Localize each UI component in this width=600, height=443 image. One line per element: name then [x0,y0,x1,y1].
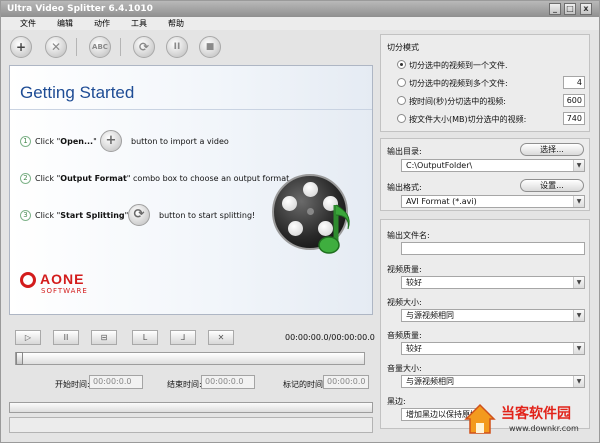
stop-playback-button[interactable]: ⊟ [91,330,117,345]
toolbar: + ✕ ABC ⟳ II ■ [5,32,375,62]
house-logo-icon [464,403,496,434]
clear-marks-button[interactable]: ✕ [208,330,234,345]
video-size-label: 视频大小: [387,298,422,307]
menu-edit[interactable]: 编辑 [57,17,73,30]
app-window: Ultra Video Splitter 6.4.1010 _ □ x 文件 编… [0,0,600,443]
watermark-name: 当客软件园 [501,406,571,422]
filename-label: 输出文件名: [387,231,430,240]
add-icon: + [100,130,122,152]
set-start-button[interactable]: L [132,330,158,345]
split-one-file-radio[interactable] [397,60,406,69]
step-text: Click "Open..." [35,137,97,146]
status-bar [9,417,373,433]
filename-input[interactable] [401,242,585,255]
size-mb-input[interactable]: 740 [563,112,585,125]
start-splitting-button[interactable]: ⟳ [133,36,155,58]
split-option-label: 按时间(秒)分切选中的视频: [409,97,506,106]
output-dir-select[interactable]: C:\OutputFolder\ ▼ [401,159,585,172]
chevron-down-icon: ▼ [573,277,584,288]
output-settings-panel: 输出文件名: 视频质量: 较好 ▼ 视频大小: 与源视频相同 ▼ 音频质量: 较好 ▼… [380,219,590,429]
end-time-label: 结束时间: [167,380,202,389]
split-by-time-radio[interactable] [397,96,406,105]
menu-tools[interactable]: 工具 [131,17,147,30]
step-text: Click "Start Splitting" [35,211,129,220]
end-time-field[interactable]: 00:00:0.0 [201,375,255,389]
music-note-icon [318,204,350,254]
chevron-down-icon: ▼ [573,196,584,207]
minimize-button[interactable]: _ [549,3,561,15]
watermark-url: www.downkr.com [509,424,579,433]
set-end-button[interactable]: ⅃ [170,330,196,345]
step-text: Click "Output Format" combo box to choos… [35,174,290,183]
step-3-suffix: button to start splitting! [159,211,256,220]
start-time-field[interactable]: 00:00:0.0 [89,375,143,389]
split-option-label: 按文件大小(MB)切分选中的视频: [409,115,527,124]
window-title: Ultra Video Splitter 6.4.1010 [7,4,153,14]
seek-thumb[interactable] [16,352,23,365]
pause-playback-button[interactable]: II [53,330,79,345]
volume-label: 音量大小: [387,364,422,373]
volume-select[interactable]: 与源视频相同 ▼ [401,375,585,388]
timecode-display: 00:00:00.0/00:00:00.0 [285,333,375,342]
split-mode-panel: 切分模式 切分选中的视频到一个文件. 切分选中的视频到多个文件: 4 按时间(秒… [380,34,590,132]
chevron-down-icon: ▼ [573,376,584,387]
pause-button[interactable]: II [166,36,188,58]
video-quality-select[interactable]: 较好 ▼ [401,276,585,289]
step-number: 2 [20,173,31,184]
split-option-label: 切分选中的视频到一个文件. [409,61,508,70]
chevron-down-icon: ▼ [573,310,584,321]
output-format-select[interactable]: AVI Format (*.avi) ▼ [401,195,585,208]
getting-started-panel: Getting Started 1 Click "Open..." + butt… [9,65,373,315]
chevron-down-icon: ▼ [573,343,584,354]
border-label: 黑边: [387,397,406,406]
browse-button[interactable]: 选择... [520,143,584,156]
aone-logo-icon [20,272,36,288]
menu-help[interactable]: 帮助 [168,17,184,30]
refresh-icon: ⟳ [128,204,150,226]
divider [10,109,372,110]
add-video-button[interactable]: + [10,36,32,58]
close-button[interactable]: x [580,3,592,15]
maximize-button[interactable]: □ [564,3,576,15]
player-controls: ▷ II ⊟ L ⅃ ✕ 00:00:00.0/00:00:00.0 开始时间:… [9,327,375,397]
getting-started-title: Getting Started [20,83,135,102]
file-count-input[interactable]: 4 [563,76,585,89]
step-number: 3 [20,210,31,221]
step-number: 1 [20,136,31,147]
chevron-down-icon: ▼ [573,160,584,171]
seconds-input[interactable]: 600 [563,94,585,107]
stop-button[interactable]: ■ [199,36,221,58]
video-quality-label: 视频质量: [387,265,422,274]
mark-time-field[interactable]: 00:00:0.0 [323,375,369,389]
output-panel: 输出目录: 选择... C:\OutputFolder\ ▼ 输出格式: 设置..… [380,138,590,211]
brand-sub: SOFTWARE [41,287,88,295]
menu-bar: 文件 编辑 动作 工具 帮助 [1,17,599,30]
mark-time-label: 标记的时间: [283,380,326,389]
output-format-label: 输出格式: [387,183,422,192]
play-button[interactable]: ▷ [15,330,41,345]
seek-slider[interactable] [15,352,365,365]
format-settings-button[interactable]: 设置... [520,179,584,192]
title-bar: Ultra Video Splitter 6.4.1010 _ □ x [1,1,599,17]
audio-quality-select[interactable]: 较好 ▼ [401,342,585,355]
split-option-label: 切分选中的视频到多个文件: [409,79,508,88]
toolbar-separator [120,38,121,56]
remove-video-button[interactable]: ✕ [45,36,67,58]
step-1-suffix: button to import a video [131,137,229,146]
toolbar-separator [76,38,77,56]
video-size-select[interactable]: 与源视频相同 ▼ [401,309,585,322]
split-mode-heading: 切分模式 [387,43,419,52]
start-time-label: 开始时间: [55,380,90,389]
split-by-size-radio[interactable] [397,114,406,123]
menu-file[interactable]: 文件 [20,17,36,30]
rename-button[interactable]: ABC [89,36,111,58]
progress-bar [9,402,373,413]
brand-name: AONE [40,271,85,287]
output-dir-label: 输出目录: [387,147,422,156]
split-multiple-files-radio[interactable] [397,78,406,87]
watermark: 当客软件园 www.downkr.com [463,399,599,441]
menu-action[interactable]: 动作 [94,17,110,30]
audio-quality-label: 音频质量: [387,331,422,340]
